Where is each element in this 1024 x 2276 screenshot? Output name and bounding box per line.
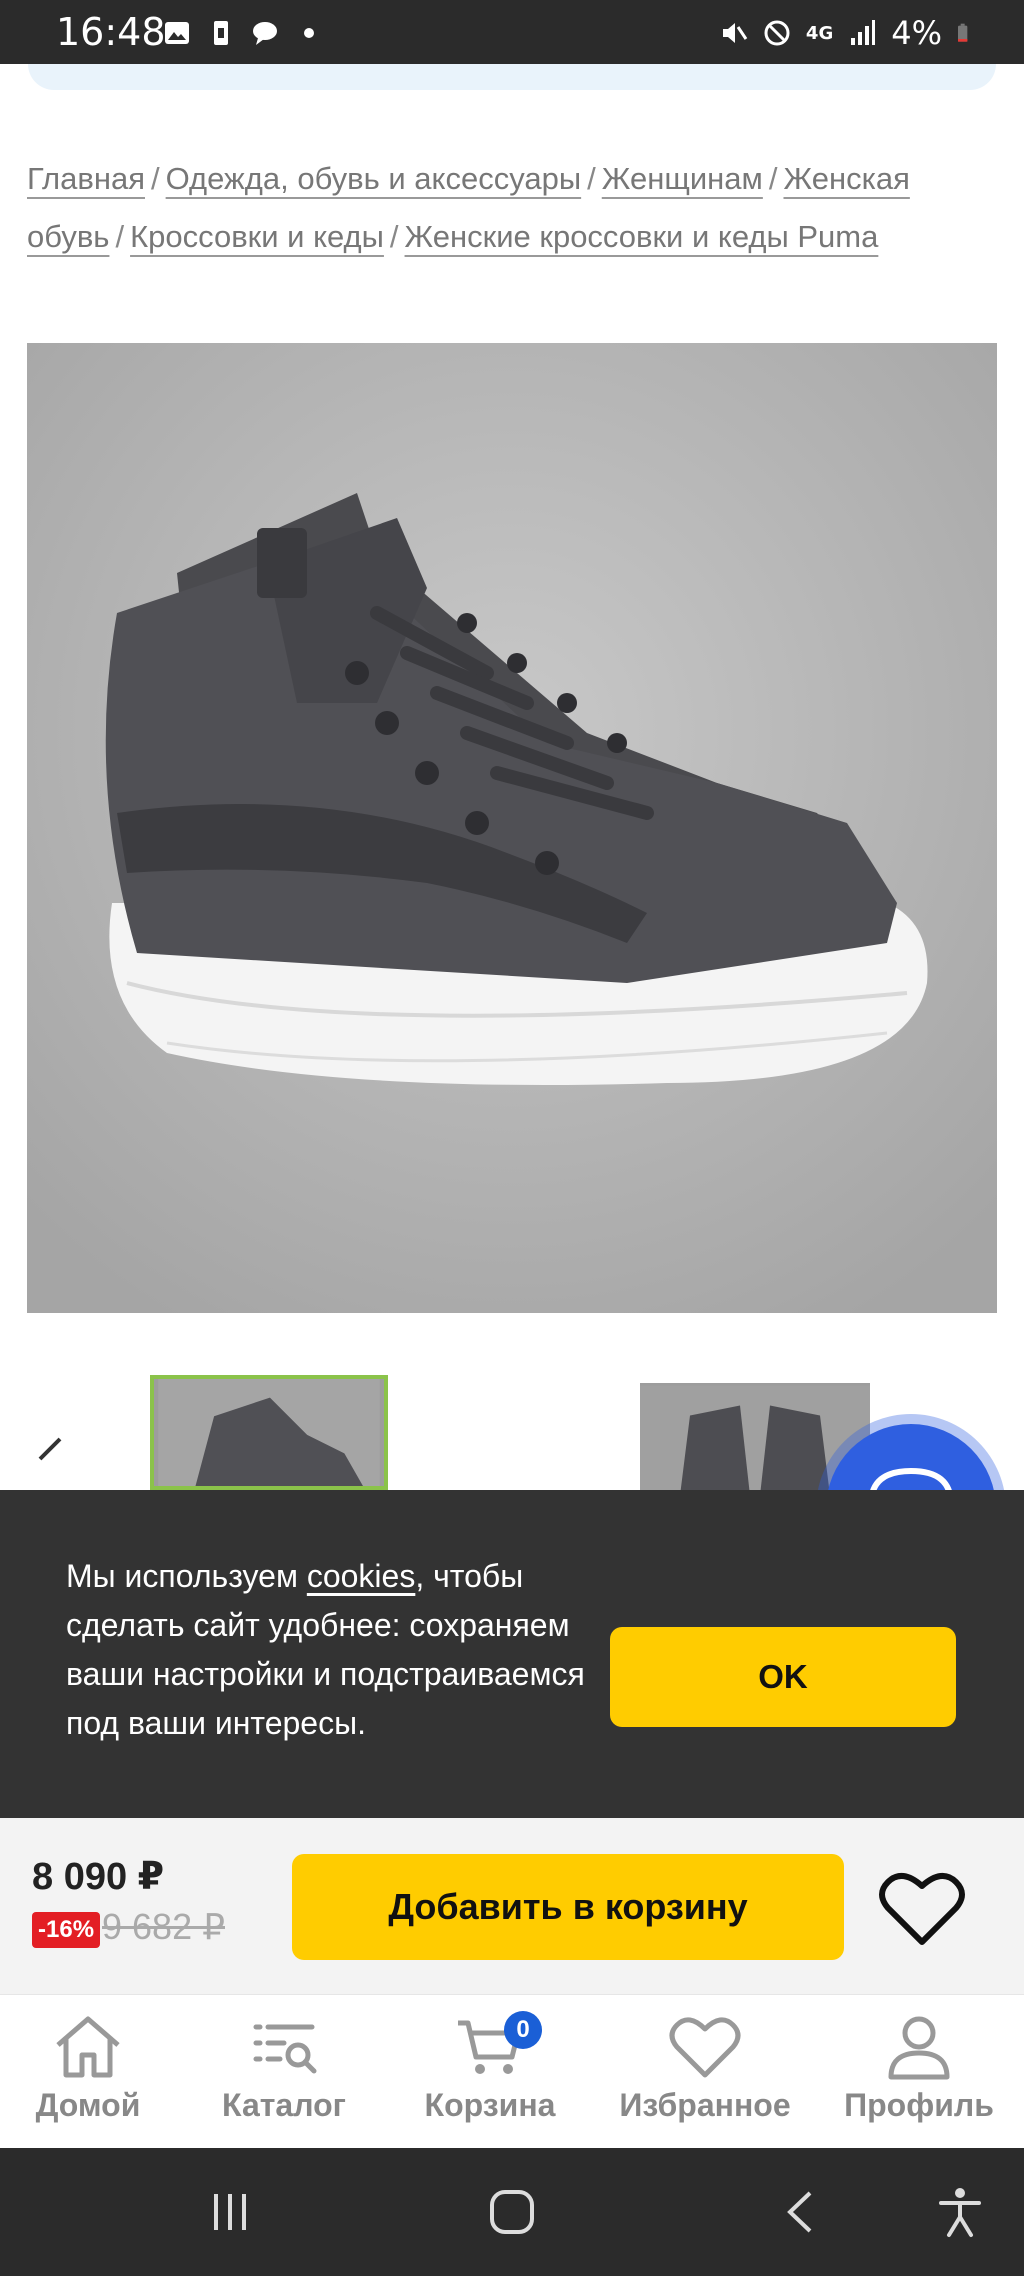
nav-home[interactable]: Домой — [18, 1995, 158, 2149]
nav-catalog-label: Каталог — [222, 2087, 346, 2123]
breadcrumb-separator: / — [151, 161, 160, 196]
back-button[interactable] — [760, 2148, 840, 2276]
dnd-icon — [764, 20, 790, 46]
nav-cart-label: Корзина — [424, 2087, 556, 2123]
accessibility-button[interactable] — [920, 2148, 1000, 2276]
mute-icon — [722, 23, 748, 43]
nav-cart[interactable]: 0 Корзина — [410, 1995, 570, 2149]
product-main-image[interactable] — [27, 343, 997, 1313]
chevron-left-icon[interactable] — [30, 1435, 70, 1475]
status-icons-right: 4G 4% — [718, 14, 976, 52]
breadcrumb-separator: / — [115, 219, 125, 254]
thumbnail-1-image — [158, 1379, 380, 1486]
buy-bar: 8 090 ₽ -16% 9 682 ₽ Добавить в корзину — [0, 1818, 1024, 1994]
nav-profile[interactable]: Профиль — [834, 1995, 1004, 2149]
cart-count-badge: 0 — [504, 2011, 542, 2049]
cookie-text: Мы используем cookies, чтобы сделать сай… — [66, 1552, 586, 1748]
battery-percent: 4% — [891, 14, 942, 52]
battery-icon — [958, 23, 968, 42]
nav-catalog[interactable]: Каталог — [204, 1995, 364, 2149]
nav-favorites-label: Избранное — [619, 2087, 791, 2123]
signal-icon — [851, 20, 876, 45]
network-type: 4G — [805, 22, 834, 44]
cookie-text-start: Мы используем — [66, 1558, 307, 1594]
cookie-banner: Мы используем cookies, чтобы сделать сай… — [0, 1490, 1024, 1818]
recent-apps-button[interactable] — [190, 2148, 270, 2276]
cookie-ok-button[interactable]: OK — [610, 1627, 956, 1727]
nav-profile-label: Профиль — [844, 2087, 994, 2123]
search-bar-remnant — [28, 64, 996, 90]
current-price: 8 090 ₽ — [32, 1856, 165, 1898]
sneaker-illustration — [27, 343, 997, 1313]
home-circle-icon — [490, 2190, 534, 2234]
back-chevron-icon — [787, 2191, 812, 2233]
nav-home-label: Домой — [35, 2087, 141, 2123]
chat-bubble-icon — [253, 22, 277, 45]
status-bar: 16:48 4G 4% — [0, 0, 1024, 64]
accessibility-icon — [939, 2188, 981, 2237]
home-icon — [56, 2016, 120, 2078]
image-icon — [165, 22, 189, 44]
breadcrumb-link-women[interactable]: Женщинам — [602, 161, 763, 196]
bottom-navigation: Домой Каталог 0 Корзина Избранное Профил… — [0, 1994, 1024, 2148]
breadcrumb-link-sneakers[interactable]: Кроссовки и кеды — [130, 219, 384, 254]
breadcrumb-separator: / — [389, 219, 399, 254]
breadcrumb: Главная / Одежда, обувь и аксессуары / Женщи… — [27, 150, 987, 266]
breadcrumb-link-puma-sneakers[interactable]: Женские кроссовки и кеды Puma — [405, 219, 879, 254]
old-price: 9 682 ₽ — [102, 1906, 225, 1947]
profile-icon — [888, 2016, 950, 2080]
system-navigation-bar — [0, 2148, 1024, 2276]
cookies-link[interactable]: cookies — [307, 1558, 416, 1594]
breadcrumb-separator: / — [768, 161, 778, 196]
nav-favorites[interactable]: Избранное — [600, 1995, 810, 2149]
breadcrumb-link-clothing[interactable]: Одежда, обувь и аксессуары — [166, 161, 582, 196]
battery-saver-icon — [214, 21, 228, 45]
heart-icon[interactable] — [878, 1868, 966, 1948]
catalog-icon — [253, 2024, 317, 2074]
recent-apps-icon — [214, 2194, 246, 2230]
add-to-cart-button[interactable]: Добавить в корзину — [292, 1854, 844, 1960]
status-time: 16:48 — [56, 10, 166, 54]
dot-icon — [304, 28, 314, 38]
favorites-heart-icon — [669, 2017, 741, 2078]
breadcrumb-link-home[interactable]: Главная — [27, 161, 145, 196]
home-system-button[interactable] — [472, 2148, 552, 2276]
discount-badge: -16% — [32, 1912, 101, 1948]
thumbnail-1[interactable] — [150, 1375, 388, 1490]
status-icons-left — [162, 18, 324, 48]
breadcrumb-separator: / — [587, 161, 596, 196]
